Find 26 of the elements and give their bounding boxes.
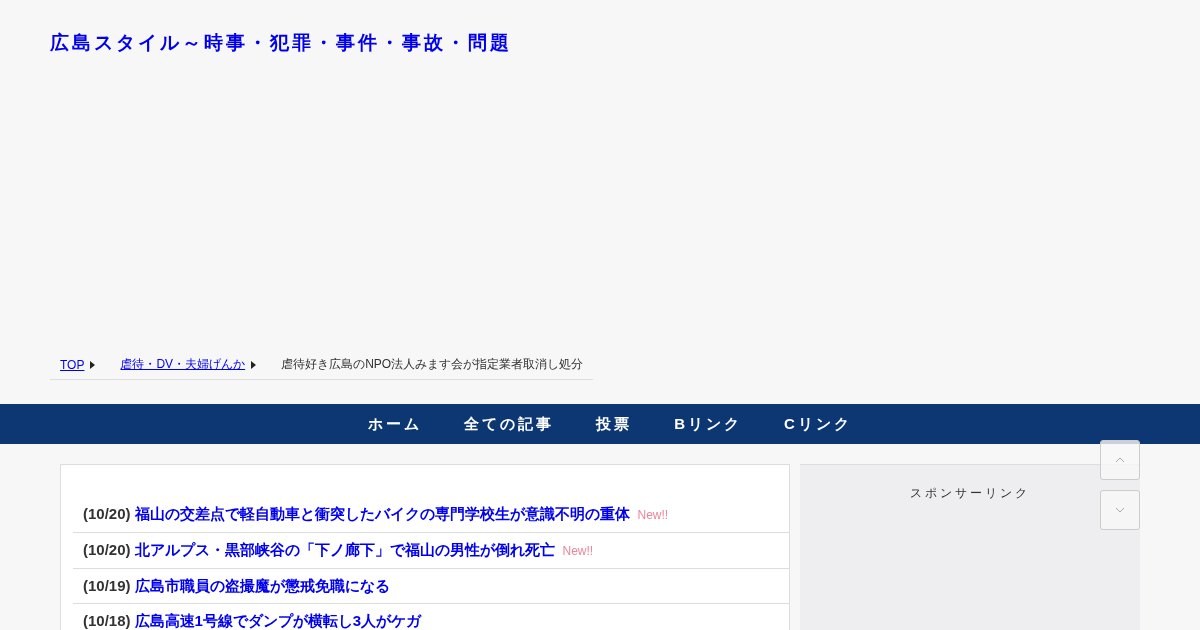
caret-icon <box>251 360 257 369</box>
article-date: (10/20) <box>83 541 131 558</box>
breadcrumb-link[interactable]: 虐待・DV・夫婦げんか <box>120 356 246 373</box>
chevron-up-icon <box>1115 457 1125 463</box>
site-title[interactable]: 広島スタイル～時事・犯罪・事件・事故・問題 <box>50 31 512 53</box>
scroll-up-button[interactable] <box>1100 440 1140 480</box>
nav-link[interactable]: Cリンク <box>784 414 852 434</box>
new-label: New!! <box>637 508 669 522</box>
nav-link[interactable]: 投票 <box>596 414 633 434</box>
breadcrumb-link[interactable]: TOP <box>60 357 85 372</box>
article-link[interactable]: 広島高速1号線でダンプが横転し3人がケガ <box>134 612 422 629</box>
sidebar-heading: スポンサーリンク <box>909 485 1031 502</box>
article-date: (10/19) <box>83 577 131 594</box>
article-link[interactable]: 北アルプス・黒部峡谷の「下ノ廊下」で福山の男性が倒れ死亡 <box>134 541 555 558</box>
chevron-down-icon <box>1115 507 1125 513</box>
caret-icon <box>90 360 96 369</box>
article-date: (10/20) <box>83 505 131 522</box>
new-label: New!! <box>562 544 594 558</box>
article-link[interactable]: 福山の交差点で軽自動車と衝突したバイクの専門学校生が意識不明の重体 <box>134 505 630 522</box>
nav-link[interactable]: 全ての記事 <box>464 414 555 434</box>
nav-link[interactable]: ホーム <box>368 414 423 434</box>
nav-link[interactable]: Bリンク <box>674 414 742 434</box>
breadcrumb-current: 虐待好き広島のNPO法人みます会が指定業者取消し処分 <box>281 356 584 373</box>
article-link[interactable]: 広島市職員の盗撮魔が懲戒免職になる <box>134 577 390 594</box>
scroll-down-button[interactable] <box>1100 490 1140 530</box>
article-date: (10/18) <box>83 612 131 629</box>
